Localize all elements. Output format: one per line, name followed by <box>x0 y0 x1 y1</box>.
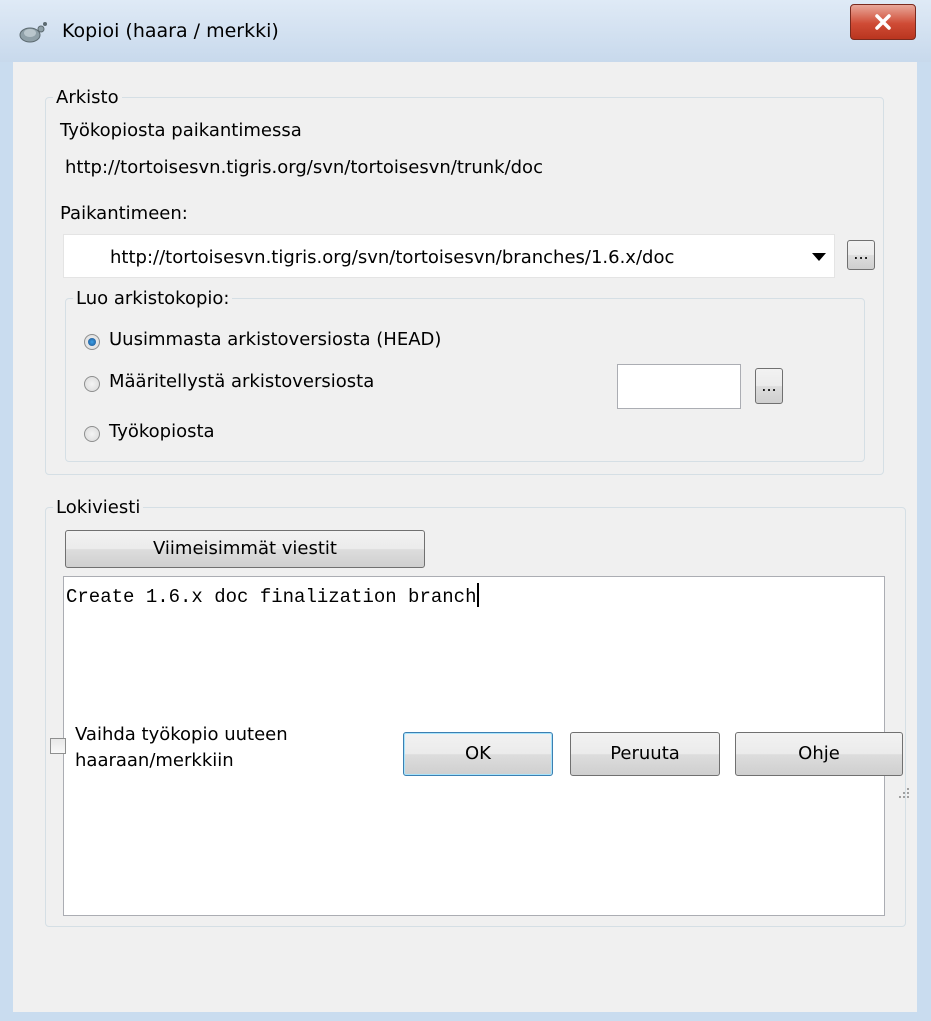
create-copy-group-label: Luo arkistokopio: <box>73 288 233 309</box>
window-title: Kopioi (haara / merkki) <box>62 20 279 42</box>
to-url-combobox[interactable]: http://tortoisesvn.tigris.org/svn/tortoi… <box>63 234 835 278</box>
browse-revision-button[interactable]: ... <box>755 368 783 404</box>
close-button[interactable] <box>850 4 916 40</box>
switch-working-copy-label-line1[interactable]: Vaihda työkopio uuteen <box>75 724 288 745</box>
radio-head-revision-label[interactable]: Uusimmasta arkistoversiosta (HEAD) <box>109 329 441 350</box>
log-message-text: Create 1.6.x doc finalization branch <box>66 586 477 608</box>
log-message-group-label: Lokiviesti <box>53 497 144 518</box>
help-button[interactable]: Ohje <box>735 732 903 776</box>
from-label: Työkopiosta paikantimessa <box>60 120 302 141</box>
repository-group-label: Arkisto <box>53 87 122 108</box>
tortoisesvn-icon <box>19 22 47 43</box>
to-url-value: http://tortoisesvn.tigris.org/svn/tortoi… <box>110 247 675 268</box>
radio-working-copy[interactable] <box>84 426 100 442</box>
radio-head-revision[interactable] <box>84 334 100 350</box>
radio-specific-revision-label[interactable]: Määritellystä arkistoversiosta <box>109 371 374 392</box>
radio-working-copy-label[interactable]: Työkopiosta <box>109 421 215 442</box>
chevron-down-icon <box>812 253 826 261</box>
to-label: Paikantimeen: <box>60 203 188 224</box>
browse-repository-button[interactable]: ... <box>847 240 875 270</box>
dialog-client-area: Arkisto Työkopiosta paikantimessa http:/… <box>13 62 917 1012</box>
text-caret <box>477 583 480 607</box>
cancel-button[interactable]: Peruuta <box>570 732 720 776</box>
switch-working-copy-checkbox[interactable] <box>50 738 66 754</box>
close-icon <box>875 14 891 30</box>
revision-input[interactable] <box>617 364 741 409</box>
title-bar[interactable]: Kopioi (haara / merkki) <box>0 0 931 62</box>
ok-button[interactable]: OK <box>403 732 553 776</box>
recent-messages-button[interactable]: Viimeisimmät viestit <box>65 530 425 568</box>
switch-working-copy-label-line2[interactable]: haaraan/merkkiin <box>75 750 234 771</box>
radio-specific-revision[interactable] <box>84 376 100 392</box>
copy-dialog: Kopioi (haara / merkki) Arkisto Työkopio… <box>0 0 931 1021</box>
from-url: http://tortoisesvn.tigris.org/svn/tortoi… <box>65 157 543 178</box>
resize-grip-icon[interactable] <box>897 786 911 800</box>
